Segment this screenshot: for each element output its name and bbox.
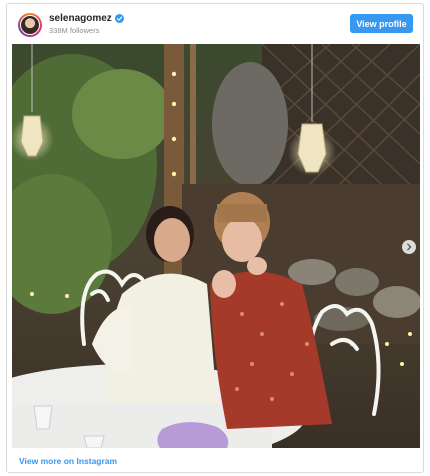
post-header: selenagomez 338M followers View profile — [7, 4, 423, 44]
next-image-button[interactable] — [402, 240, 416, 254]
view-profile-button[interactable]: View profile — [350, 14, 413, 33]
chevron-right-icon — [407, 243, 412, 251]
username[interactable]: selenagomez — [49, 13, 112, 24]
verified-badge-icon — [114, 14, 124, 23]
follower-count: 338M followers — [49, 26, 100, 35]
view-more-on-instagram-link[interactable]: View more on Instagram — [19, 456, 117, 466]
username-row: selenagomez — [49, 13, 124, 24]
post-photo[interactable] — [12, 44, 420, 448]
avatar[interactable] — [18, 13, 42, 37]
instagram-embed-card: selenagomez 338M followers View profile — [6, 3, 424, 473]
post-image — [12, 44, 420, 448]
avatar-image — [20, 15, 40, 35]
